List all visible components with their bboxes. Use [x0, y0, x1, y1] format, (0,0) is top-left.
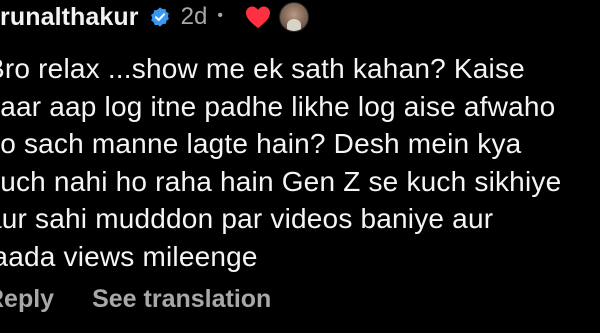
heart-icon[interactable]: [245, 5, 271, 29]
comment-header: krunalthakur 2d •: [0, 2, 309, 32]
comment-text-line: yaar aap log itne padhe likhe log aise a…: [0, 90, 556, 122]
comment-text-line: jaada views mileenge: [0, 240, 258, 272]
comment-actions: Reply See translation: [0, 285, 271, 314]
comment: krunalthakur 2d • Bro relax ...show me e…: [0, 0, 600, 333]
comment-timestamp: 2d: [180, 3, 208, 30]
comment-text: Bro relax ...show me ek sath kahan? Kais…: [0, 50, 600, 275]
comment-text-line: aur sahi mudddon par videos baniye aur: [0, 203, 494, 234]
comment-username[interactable]: krunalthakur: [0, 3, 139, 32]
reply-button[interactable]: Reply: [0, 285, 54, 314]
verified-badge-icon: [149, 6, 171, 28]
see-translation-button[interactable]: See translation: [92, 285, 271, 314]
separator-dot: •: [217, 7, 223, 24]
comment-text-line: Bro relax ...show me ek sath kahan? Kais…: [0, 53, 525, 84]
comment-text-line: ko sach manne lagte hain? Desh mein kya: [0, 128, 522, 159]
comment-text-line: kuch nahi ho raha hain Gen Z se kuch sik…: [0, 165, 562, 197]
creator-avatar[interactable]: [278, 2, 309, 32]
